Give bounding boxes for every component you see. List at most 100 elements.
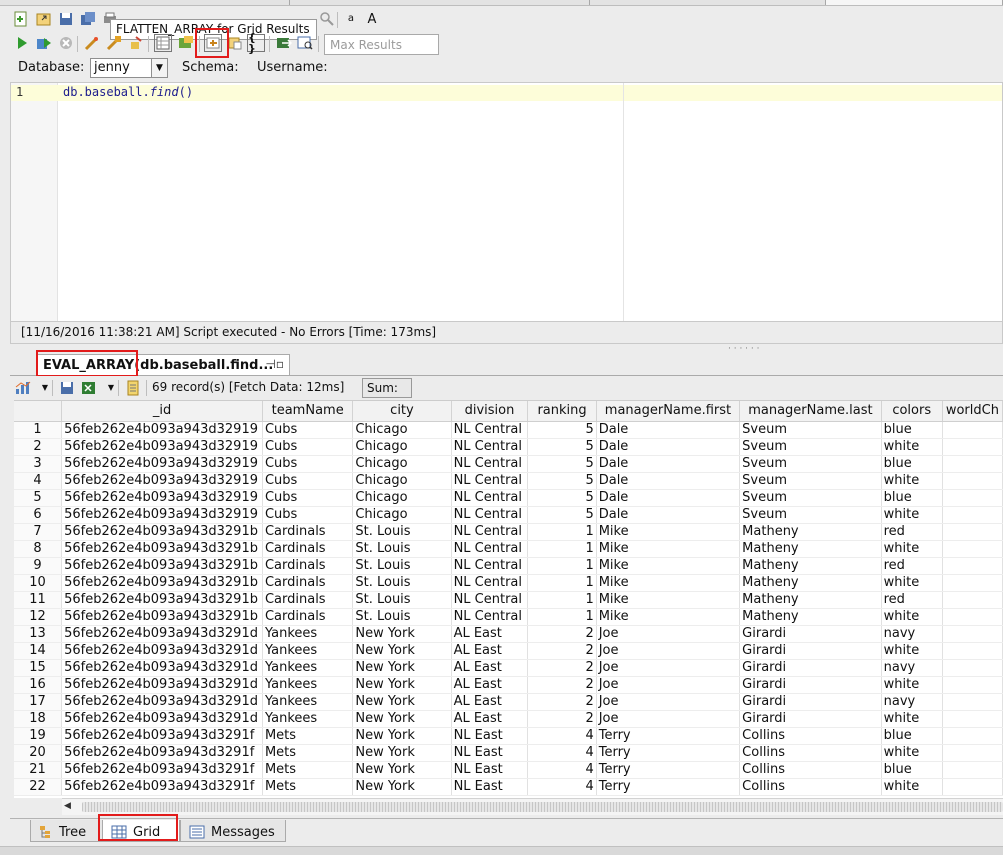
table-cell[interactable]: AL East [451, 676, 529, 694]
table-cell[interactable]: 56feb262e4b093a943d3291b [61, 591, 263, 609]
table-cell[interactable]: 1 [527, 540, 597, 558]
table-cell[interactable]: Chicago [352, 421, 452, 439]
table-cell[interactable]: NL Central [451, 489, 529, 507]
table-cell[interactable]: Dale [596, 438, 741, 456]
table-cell[interactable] [942, 625, 1003, 643]
table-cell[interactable]: New York [352, 625, 452, 643]
table-cell[interactable]: red [881, 523, 943, 541]
table-row[interactable]: 13 56feb262e4b093a943d3291d Yankees New Yor… [14, 625, 1003, 643]
table-cell[interactable]: 56feb262e4b093a943d3291b [61, 540, 263, 558]
table-cell[interactable]: 56feb262e4b093a943d32919 [61, 438, 263, 456]
table-cell[interactable]: NL Central [451, 421, 529, 439]
table-cell[interactable]: Terry [596, 778, 741, 796]
column-header[interactable]: _id [61, 401, 263, 422]
decrease-font-button[interactable]: a [342, 10, 360, 28]
table-cell[interactable]: 56feb262e4b093a943d3291f [61, 727, 263, 745]
table-cell[interactable]: Girardi [739, 659, 882, 677]
table-cell[interactable]: navy [881, 693, 943, 711]
table-cell[interactable]: white [881, 438, 943, 456]
column-header[interactable]: colors [881, 401, 943, 422]
table-cell[interactable]: New York [352, 778, 452, 796]
table-cell[interactable] [942, 744, 1003, 762]
table-cell[interactable]: Matheny [739, 557, 882, 575]
table-cell[interactable]: 56feb262e4b093a943d3291b [61, 557, 263, 575]
run-selection-icon[interactable] [35, 34, 53, 52]
table-cell[interactable]: St. Louis [352, 591, 452, 609]
table-cell[interactable]: 56feb262e4b093a943d3291b [61, 574, 263, 592]
table-cell[interactable]: Joe [596, 642, 741, 660]
table-cell[interactable]: navy [881, 625, 943, 643]
table-cell[interactable]: Cardinals [262, 557, 354, 575]
table-cell[interactable]: 56feb262e4b093a943d3291f [61, 761, 263, 779]
table-cell[interactable]: Yankees [262, 710, 354, 728]
table-cell[interactable]: Chicago [352, 438, 452, 456]
table-cell[interactable]: 56feb262e4b093a943d3291d [61, 642, 263, 660]
table-cell[interactable]: Mike [596, 523, 741, 541]
table-cell[interactable]: white [881, 778, 943, 796]
table-cell[interactable] [942, 761, 1003, 779]
sum-button[interactable]: Sum: [362, 378, 412, 398]
eval-array-icon[interactable] [226, 34, 244, 52]
table-row[interactable]: 5 56feb262e4b093a943d32919 Cubs Chicago NL C… [14, 489, 1003, 507]
results-grid[interactable]: _id teamName city division ranking managerNam… [14, 400, 1003, 798]
table-cell[interactable]: NL Central [451, 438, 529, 456]
table-cell[interactable]: NL East [451, 727, 529, 745]
table-cell[interactable]: Dale [596, 472, 741, 490]
table-cell[interactable]: St. Louis [352, 557, 452, 575]
max-results-input[interactable]: Max Results [324, 34, 439, 55]
table-cell[interactable]: 56feb262e4b093a943d32919 [61, 421, 263, 439]
table-cell[interactable]: 56feb262e4b093a943d3291d [61, 625, 263, 643]
table-cell[interactable] [942, 574, 1003, 592]
pin-icon[interactable]: ⊣▫ [265, 357, 284, 371]
table-row[interactable]: 4 56feb262e4b093a943d32919 Cubs Chicago NL C… [14, 472, 1003, 490]
table-cell[interactable]: Matheny [739, 608, 882, 626]
table-cell[interactable]: 5 [527, 438, 597, 456]
column-header[interactable]: division [451, 401, 529, 422]
table-cell[interactable]: 4 [527, 727, 597, 745]
results-text-icon[interactable] [177, 34, 195, 52]
table-row[interactable]: 11 56feb262e4b093a943d3291b Cardinals St. L… [14, 591, 1003, 609]
table-cell[interactable]: Yankees [262, 676, 354, 694]
table-cell[interactable]: white [881, 540, 943, 558]
table-cell[interactable]: Cardinals [262, 540, 354, 558]
table-cell[interactable]: Chicago [352, 455, 452, 473]
table-cell[interactable]: Mets [262, 744, 354, 762]
table-cell[interactable]: blue [881, 761, 943, 779]
table-cell[interactable]: Collins [739, 727, 882, 745]
table-cell[interactable]: Mets [262, 761, 354, 779]
chart-icon[interactable] [14, 379, 32, 397]
table-cell[interactable]: 56feb262e4b093a943d3291d [61, 693, 263, 711]
table-cell[interactable]: blue [881, 421, 943, 439]
table-row[interactable]: 22 56feb262e4b093a943d3291f Mets New York NL… [14, 778, 1003, 796]
table-cell[interactable]: New York [352, 676, 452, 694]
table-cell[interactable]: AL East [451, 710, 529, 728]
table-cell[interactable]: white [881, 710, 943, 728]
table-cell[interactable]: white [881, 676, 943, 694]
column-header[interactable]: managerName.first [596, 401, 741, 422]
table-cell[interactable]: NL Central [451, 455, 529, 473]
table-cell[interactable]: NL Central [451, 472, 529, 490]
table-cell[interactable]: NL Central [451, 523, 529, 541]
table-cell[interactable]: NL East [451, 778, 529, 796]
table-cell[interactable]: 4 [527, 778, 597, 796]
result-tab[interactable]: EVAL_ARRAY(db.baseball.find... ⊣▫ [36, 354, 290, 376]
table-cell[interactable] [942, 540, 1003, 558]
table-cell[interactable] [942, 727, 1003, 745]
table-cell[interactable]: Dale [596, 455, 741, 473]
table-cell[interactable]: Cubs [262, 489, 354, 507]
table-cell[interactable] [942, 693, 1003, 711]
table-cell[interactable]: 56feb262e4b093a943d32919 [61, 455, 263, 473]
table-row[interactable]: 21 56feb262e4b093a943d3291f Mets New York NL… [14, 761, 1003, 779]
table-row[interactable]: 17 56feb262e4b093a943d3291d Yankees New Yor… [14, 693, 1003, 711]
table-cell[interactable] [942, 659, 1003, 677]
table-cell[interactable]: Mike [596, 591, 741, 609]
zoom-icon[interactable] [318, 10, 336, 28]
excel-export-icon[interactable] [80, 379, 98, 397]
filter-icon[interactable] [124, 379, 142, 397]
table-cell[interactable] [942, 489, 1003, 507]
table-cell[interactable] [942, 438, 1003, 456]
comment-icon[interactable] [127, 34, 145, 52]
table-cell[interactable]: 2 [527, 659, 597, 677]
save-icon[interactable] [57, 10, 75, 28]
table-cell[interactable]: Sveum [739, 472, 882, 490]
